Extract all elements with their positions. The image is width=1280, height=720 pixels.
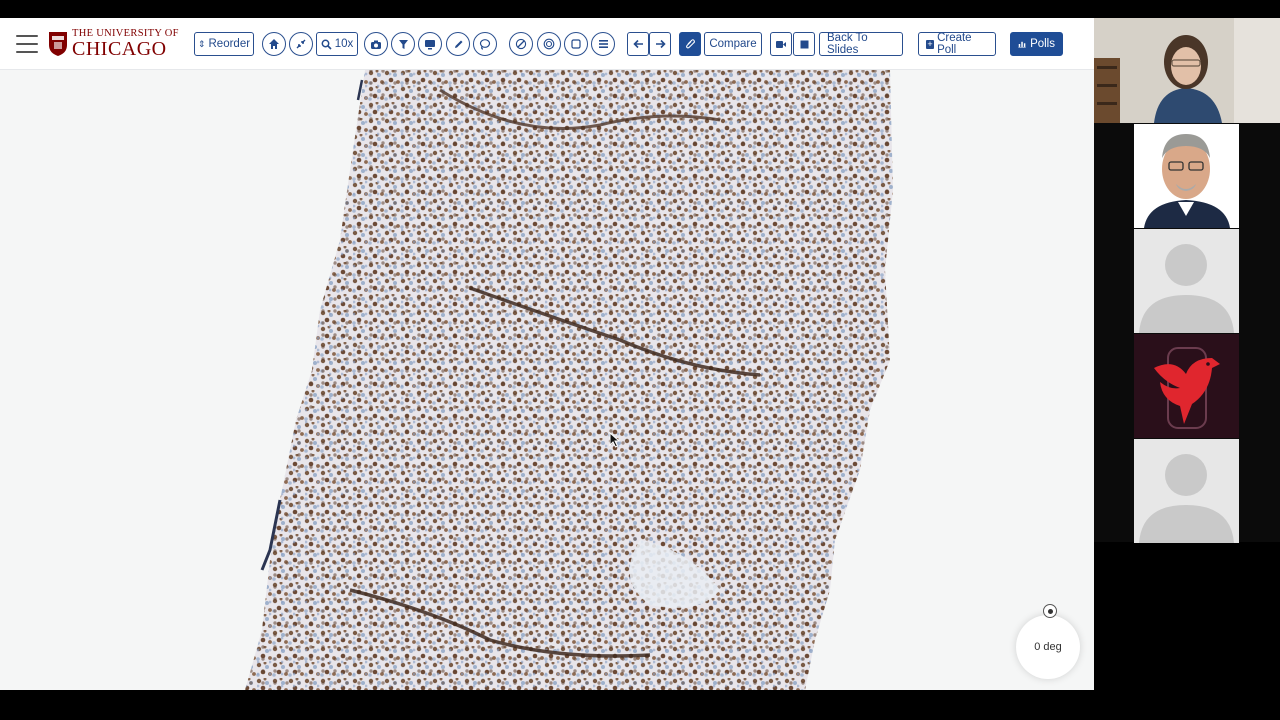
paperclip-icon — [685, 39, 695, 49]
monitor-icon — [425, 39, 435, 49]
home-icon — [269, 39, 279, 49]
bird-logo-icon — [1134, 334, 1239, 438]
measure-button[interactable] — [509, 32, 533, 56]
slide-viewer-app: THE UNIVERSITY OF CHICAGO ⇕ Reorder 10x — [0, 18, 1094, 690]
lasso-button[interactable] — [473, 32, 497, 56]
filter-icon — [398, 39, 408, 49]
compress-arrows-icon — [296, 39, 306, 49]
rotation-label: 0 deg — [1034, 641, 1062, 653]
video-button[interactable] — [770, 32, 792, 56]
polls-button[interactable]: Polls — [1010, 32, 1063, 56]
present-button[interactable] — [418, 32, 442, 56]
list-button[interactable] — [591, 32, 615, 56]
reorder-button[interactable]: ⇕ Reorder — [194, 32, 254, 56]
circle-tool-button[interactable] — [537, 32, 561, 56]
participant-avatar-placeholder — [1134, 229, 1239, 333]
rotation-dial[interactable]: 0 deg — [1016, 615, 1080, 679]
arrow-left-icon — [632, 39, 643, 49]
participant-video — [1134, 124, 1239, 228]
prev-slide-button[interactable] — [627, 32, 649, 56]
list-icon — [598, 40, 608, 48]
stop-button[interactable] — [793, 32, 815, 56]
user-icon — [1134, 229, 1239, 333]
bar-chart-icon — [1018, 41, 1026, 48]
magnifier-icon — [321, 39, 332, 50]
university-logo: THE UNIVERSITY OF CHICAGO — [48, 28, 179, 60]
plus-square-icon: + — [926, 38, 935, 49]
rectangle-tool-button[interactable] — [564, 32, 588, 56]
lasso-icon — [479, 39, 491, 50]
slide-canvas[interactable] — [0, 70, 1094, 690]
sort-icon: ⇕ — [197, 38, 206, 49]
crest-icon — [49, 32, 67, 56]
zoom-button[interactable]: 10x — [316, 32, 358, 56]
tissue-image — [245, 70, 893, 690]
participant-logo-avatar — [1134, 334, 1239, 438]
mouse-cursor-icon — [609, 432, 621, 448]
fit-view-button[interactable] — [289, 32, 313, 56]
camera-icon — [371, 40, 381, 49]
user-icon — [1134, 439, 1239, 543]
toolbar: THE UNIVERSITY OF CHICAGO ⇕ Reorder 10x — [0, 18, 1094, 70]
square-icon — [571, 39, 581, 49]
next-slide-button[interactable] — [649, 32, 671, 56]
create-poll-button[interactable]: + Create Poll — [918, 32, 996, 56]
video-camera-icon — [776, 40, 786, 48]
video-panel — [1094, 18, 1280, 543]
participant-avatar-placeholder — [1134, 439, 1239, 543]
ruler-icon — [515, 38, 527, 50]
logo-line2: CHICAGO — [72, 38, 167, 61]
attach-button[interactable] — [679, 32, 701, 56]
back-to-slides-button[interactable]: Back To Slides — [819, 32, 903, 56]
target-icon — [543, 38, 555, 50]
arrow-right-icon — [655, 39, 666, 49]
home-button[interactable] — [262, 32, 286, 56]
annotate-button[interactable] — [446, 32, 470, 56]
filter-button[interactable] — [391, 32, 415, 56]
menu-icon[interactable] — [16, 35, 38, 53]
pencil-icon — [454, 40, 462, 48]
presenter-video — [1094, 18, 1280, 123]
snapshot-button[interactable] — [364, 32, 388, 56]
compare-button[interactable]: Compare — [704, 32, 762, 56]
stop-icon — [800, 40, 808, 48]
rotation-handle[interactable] — [1043, 604, 1057, 618]
